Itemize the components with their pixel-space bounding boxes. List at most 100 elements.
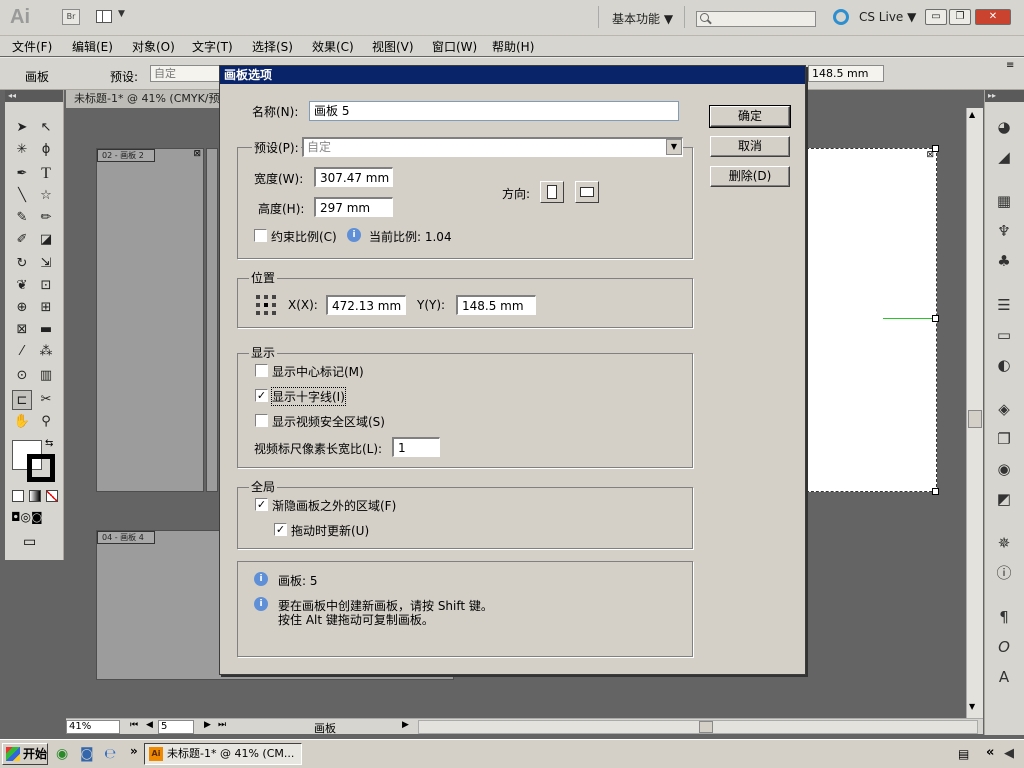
type-tool-icon[interactable]: T	[36, 164, 56, 184]
pixel-aspect-ratio-input[interactable]: 1	[392, 437, 440, 457]
star-tool-icon[interactable]: ☆	[36, 186, 56, 206]
menu-file[interactable]: 文件(F)	[12, 38, 52, 55]
control-preset-select[interactable]: 自定	[150, 65, 220, 82]
artboard-number-input[interactable]: 5	[158, 720, 194, 734]
internet-explorer-icon[interactable]: ℮	[104, 746, 116, 762]
menu-window[interactable]: 窗口(W)	[432, 38, 477, 55]
previous-artboard-icon[interactable]: ◀	[146, 720, 153, 730]
perspective-grid-tool-icon[interactable]: ⊞	[36, 298, 56, 318]
pencil-tool-icon[interactable]: ✏	[36, 208, 56, 228]
width-input[interactable]: 307.47 mm	[314, 167, 393, 187]
rotate-tool-icon[interactable]: ↻	[12, 254, 32, 274]
swap-fill-stroke-icon[interactable]: ⇆	[45, 438, 53, 449]
blend-tool-icon[interactable]: ⁂	[36, 342, 56, 362]
menu-type[interactable]: 文字(T)	[192, 38, 233, 55]
scroll-thumb[interactable]	[968, 410, 982, 428]
direct-selection-tool-icon[interactable]: ↖	[36, 118, 56, 138]
ok-button[interactable]: 确定	[709, 105, 791, 128]
bridge-button[interactable]: Br	[62, 9, 80, 25]
lasso-tool-icon[interactable]: ϕ	[36, 140, 56, 160]
resize-handle[interactable]	[932, 145, 939, 152]
delete-button[interactable]: 删除(D)	[710, 166, 790, 187]
layers-panel-icon[interactable]: ◈	[993, 398, 1015, 420]
zoom-tool-icon[interactable]: ⚲	[36, 412, 56, 432]
warp-tool-icon[interactable]: ❦	[12, 276, 32, 296]
gradient-panel-icon[interactable]: ▭	[993, 324, 1015, 346]
screen-mode-icon[interactable]: ▭	[23, 534, 36, 550]
quicklaunch-icon[interactable]: ◙	[80, 746, 94, 762]
stroke-panel-icon[interactable]: ☰	[993, 294, 1015, 316]
color-panel-icon[interactable]: ◕	[993, 116, 1015, 138]
blob-brush-tool-icon[interactable]: ✐	[12, 230, 32, 250]
volume-icon[interactable]: ◀	[1004, 746, 1014, 761]
color-guide-icon[interactable]: ◢	[993, 146, 1015, 168]
scroll-thumb[interactable]	[699, 721, 713, 733]
fade-outside-artboard-checkbox[interactable]: ✓	[255, 498, 268, 511]
none-mode-icon[interactable]	[46, 490, 58, 502]
info-panel-icon[interactable]: ⓘ	[993, 562, 1015, 584]
update-while-dragging-label[interactable]: 拖动时更新(U)	[291, 522, 369, 539]
shape-builder-tool-icon[interactable]: ⊕	[12, 298, 32, 318]
menu-select[interactable]: 选择(S)	[252, 38, 293, 55]
preset-select[interactable]: 自定 ▼	[302, 137, 683, 157]
symbols-panel-icon[interactable]: ♣	[993, 250, 1015, 272]
show-center-mark-checkbox[interactable]	[255, 364, 268, 377]
graphic-styles-icon[interactable]: ◩	[993, 488, 1015, 510]
scale-tool-icon[interactable]: ⇲	[36, 254, 56, 274]
next-artboard-icon[interactable]: ▶	[204, 720, 211, 730]
arrange-documents-button[interactable]: ▼	[96, 9, 130, 25]
gradient-tool-icon[interactable]: ▬	[36, 320, 56, 340]
show-center-mark-label[interactable]: 显示中心标记(M)	[272, 363, 364, 380]
vertical-scrollbar[interactable]: ▲ ▼	[966, 108, 983, 718]
quicklaunch-overflow-icon[interactable]: »	[130, 744, 138, 758]
x-input[interactable]: 472.13 mm	[326, 295, 406, 315]
resize-handle[interactable]	[932, 488, 939, 495]
height-input[interactable]: 297 mm	[314, 197, 393, 217]
y-input[interactable]: 148.5 mm	[456, 295, 536, 315]
horizontal-scrollbar[interactable]	[418, 720, 978, 734]
slice-tool-icon[interactable]: ✂	[36, 390, 56, 410]
pen-tool-icon[interactable]: ✒	[12, 164, 32, 184]
fade-outside-artboard-label[interactable]: 渐隐画板之外的区域(F)	[272, 497, 396, 514]
document-tab[interactable]: 未标题-1* @ 41% (CMYK/预	[66, 90, 226, 108]
status-text[interactable]: 画板	[314, 720, 336, 736]
magic-wand-tool-icon[interactable]: ✳	[12, 140, 32, 160]
restore-button[interactable]: ❐	[949, 9, 971, 25]
artboard-2[interactable]: 02 - 画板 2 ⊠	[96, 148, 204, 492]
transparency-panel-icon[interactable]: ◐	[993, 354, 1015, 376]
zoom-select[interactable]: 41%	[66, 720, 120, 734]
media-player-icon[interactable]: ◉	[56, 746, 68, 762]
show-cross-hairs-label[interactable]: 显示十字线(I)	[271, 387, 346, 406]
show-video-safe-area-checkbox[interactable]	[255, 414, 268, 427]
stroke-swatch[interactable]	[27, 454, 55, 482]
draw-mode-icons[interactable]: ◘◎◙	[11, 510, 43, 524]
artboards-panel-icon[interactable]: ❐	[993, 428, 1015, 450]
workspace-switcher[interactable]: 基本功能 ▼	[612, 10, 673, 27]
opentype-panel-icon[interactable]: O	[993, 636, 1015, 658]
menu-view[interactable]: 视图(V)	[372, 38, 414, 55]
column-graph-tool-icon[interactable]: ▥	[36, 366, 56, 386]
panel-dock-header[interactable]: ▸▸	[985, 90, 1024, 102]
update-while-dragging-checkbox[interactable]: ✓	[274, 523, 287, 536]
gradient-mode-icon[interactable]	[29, 490, 41, 502]
show-cross-hairs-checkbox[interactable]: ✓	[255, 389, 268, 402]
landscape-orientation-button[interactable]	[575, 181, 599, 203]
control-y-input[interactable]: 148.5 mm	[808, 65, 884, 82]
scroll-down-icon[interactable]: ▼	[969, 702, 975, 711]
panel-menu-icon[interactable]: ≡	[1006, 60, 1014, 71]
status-menu-icon[interactable]: ▶	[402, 720, 409, 730]
start-button[interactable]: 开始	[2, 743, 48, 765]
free-transform-tool-icon[interactable]: ⊡	[36, 276, 56, 296]
swatches-panel-icon[interactable]: ▦	[993, 190, 1015, 212]
brushes-panel-icon[interactable]: ♆	[993, 220, 1015, 242]
resize-handle[interactable]	[932, 315, 939, 322]
menu-object[interactable]: 对象(O)	[132, 38, 175, 55]
keyboard-tray-icon[interactable]: ▤	[958, 747, 969, 761]
scroll-up-icon[interactable]: ▲	[969, 110, 975, 119]
eyedropper-tool-icon[interactable]: ⁄	[12, 342, 32, 362]
menu-effect[interactable]: 效果(C)	[312, 38, 354, 55]
cancel-button[interactable]: 取消	[710, 136, 790, 157]
tray-expand-icon[interactable]: «	[986, 745, 994, 760]
name-input[interactable]: 画板 5	[309, 101, 679, 121]
mesh-tool-icon[interactable]: ⊠	[12, 320, 32, 340]
